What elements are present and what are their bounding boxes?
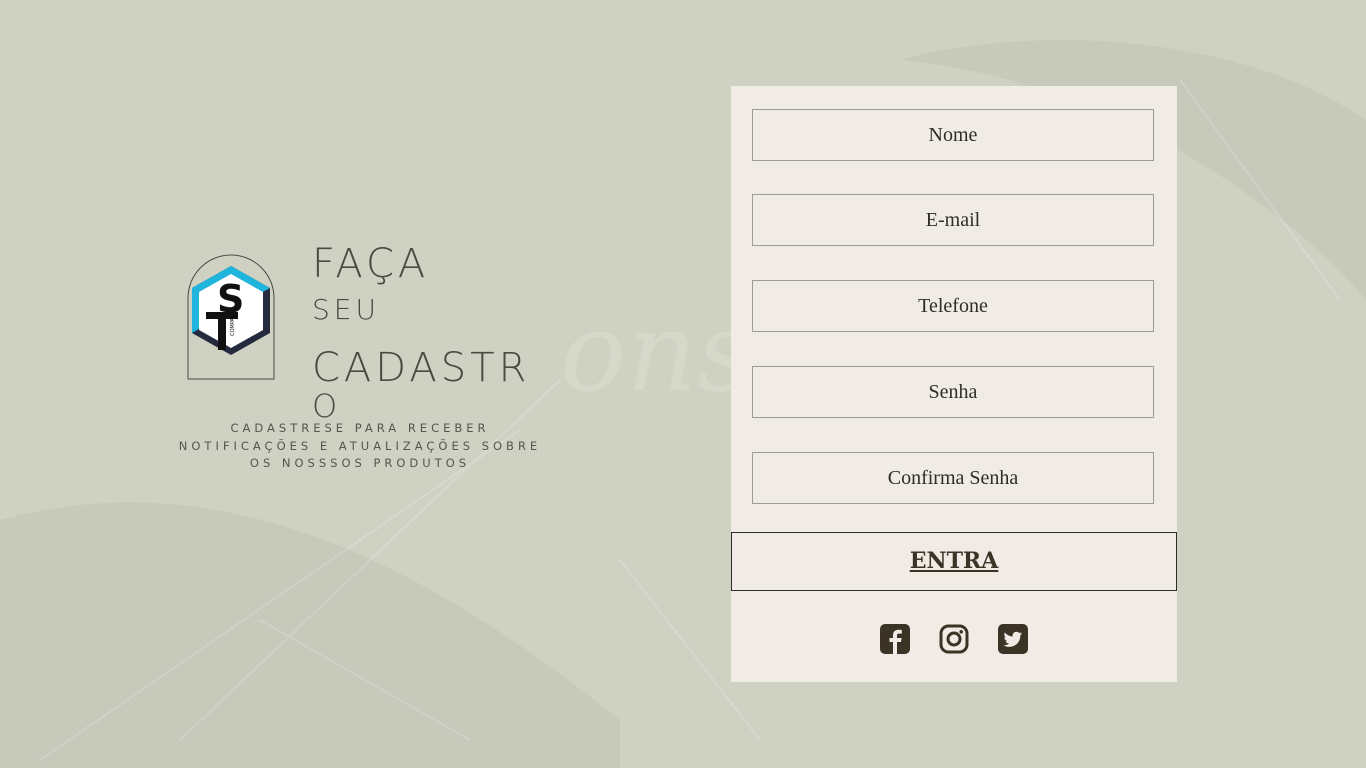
submit-button[interactable]: ENTRA: [731, 532, 1177, 591]
subtitle-line-1: CADASTRESE PARA RECEBER: [230, 421, 490, 435]
headline-line-4: O: [312, 387, 342, 425]
confirm-password-field[interactable]: Confirma Senha: [752, 452, 1154, 504]
company-logo: S COMPANY: [187, 254, 275, 380]
page-subtitle: CADASTRESE PARA RECEBER NOTIFICAÇÕES E A…: [150, 420, 570, 473]
name-field[interactable]: Nome: [752, 109, 1154, 161]
signup-form: Nome E-mail Telefone Senha Confirma Senh…: [731, 86, 1177, 682]
instagram-icon[interactable]: [939, 624, 969, 654]
phone-field[interactable]: Telefone: [752, 280, 1154, 332]
headline-line-2: SEU: [312, 293, 380, 326]
email-field[interactable]: E-mail: [752, 194, 1154, 246]
subtitle-line-3: OS NOSSSOS PRODUTOS: [249, 456, 471, 470]
svg-text:ons: ons: [560, 288, 754, 416]
twitter-icon[interactable]: [998, 624, 1028, 654]
subtitle-line-2: NOTIFICAÇÕES E ATUALIZAÇÕES SOBRE: [178, 438, 542, 453]
headline-line-1: FAÇA: [312, 241, 430, 287]
password-field[interactable]: Senha: [752, 366, 1154, 418]
svg-text:COMPANY: COMPANY: [230, 310, 236, 336]
facebook-icon[interactable]: [880, 624, 910, 654]
social-links: [731, 624, 1177, 656]
page-headline: FAÇA SEU CADASTR O: [312, 244, 542, 422]
